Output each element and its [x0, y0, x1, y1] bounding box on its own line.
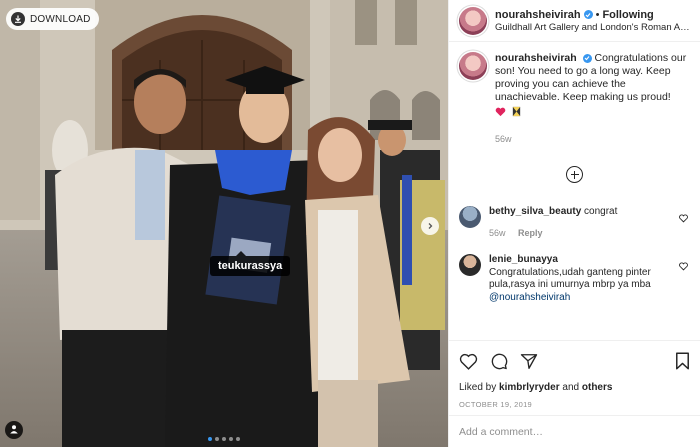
chevron-right-icon [426, 217, 434, 235]
carousel-dot [215, 437, 219, 441]
verified-badge-icon [582, 53, 592, 63]
liked-by-and: and [562, 382, 580, 393]
caption-username[interactable]: nourahsheivirah [495, 52, 577, 64]
carousel-indicator [0, 437, 448, 441]
comment-item: lenie_bunayya Congratulations,udah gante… [449, 254, 700, 304]
user-tag-label[interactable]: teukurassya [210, 251, 291, 276]
caption-author-avatar[interactable] [459, 52, 487, 80]
author-avatar[interactable] [459, 6, 487, 35]
bookmark-icon[interactable] [675, 352, 690, 370]
graduation-cap-emoji-icon [511, 106, 522, 121]
carousel-dot [236, 437, 240, 441]
comment-icon[interactable] [490, 352, 508, 370]
verified-badge-icon [583, 10, 593, 19]
post-side-panel: nourahsheivirah • Following Guildhall Ar… [448, 0, 700, 447]
graduation-photo [0, 0, 448, 447]
liked-by-summary: Liked by kimbrlyryder and others [459, 382, 690, 393]
comment-item: bethy_silva_beauty congrat 56w Reply [449, 206, 700, 239]
comment-username[interactable]: lenie_bunayya [489, 254, 558, 265]
separator-dot: • [595, 8, 600, 21]
carousel-dot [229, 437, 233, 441]
post-actions: Liked by kimbrlyryder and others OCTOBER… [449, 340, 700, 409]
comment-text: Congratulations,udah ganteng pinter pula… [489, 266, 651, 291]
add-comment-input[interactable]: Add a comment… [449, 415, 700, 447]
following-button[interactable]: Following [602, 9, 653, 21]
share-icon[interactable] [520, 353, 538, 370]
user-tags-icon [9, 421, 19, 439]
heart-icon[interactable] [459, 353, 478, 370]
post-header: nourahsheivirah • Following Guildhall Ar… [449, 0, 700, 42]
download-button[interactable]: DOWNLOAD [6, 8, 99, 30]
liked-by-user[interactable]: kimbrlyryder [499, 382, 560, 393]
caption-timestamp: 56w [495, 134, 512, 144]
post-location[interactable]: Guildhall Art Gallery and London's Roman… [495, 22, 690, 33]
post-caption: nourahsheivirah Congratulations our son!… [449, 42, 700, 146]
like-comment-heart-icon[interactable] [679, 210, 688, 228]
carousel-dot [208, 437, 212, 441]
next-photo-button[interactable] [421, 217, 439, 235]
carousel-dot [222, 437, 226, 441]
commenter-avatar[interactable] [459, 206, 481, 228]
liked-by-others-link[interactable]: others [582, 382, 613, 393]
load-more-comments-button[interactable] [566, 166, 583, 183]
comment-mention-link[interactable]: @nourahsheivirah [489, 292, 570, 303]
red-heart-emoji-icon [495, 107, 506, 121]
liked-by-prefix: Liked by [459, 382, 497, 393]
download-label: DOWNLOAD [30, 13, 91, 25]
post-date: OCTOBER 19, 2019 [459, 400, 533, 409]
like-comment-heart-icon[interactable] [679, 258, 688, 276]
comment-text: congrat [584, 206, 618, 217]
reply-button[interactable]: Reply [518, 228, 543, 238]
download-icon [11, 12, 25, 26]
comment-timestamp: 56w [489, 227, 506, 238]
commenter-avatar[interactable] [459, 254, 481, 276]
comment-username[interactable]: bethy_silva_beauty [489, 206, 581, 217]
post-photo[interactable]: DOWNLOAD teukurassya [0, 0, 448, 447]
user-tags-button[interactable] [5, 421, 23, 439]
author-username[interactable]: nourahsheivirah [495, 9, 581, 21]
